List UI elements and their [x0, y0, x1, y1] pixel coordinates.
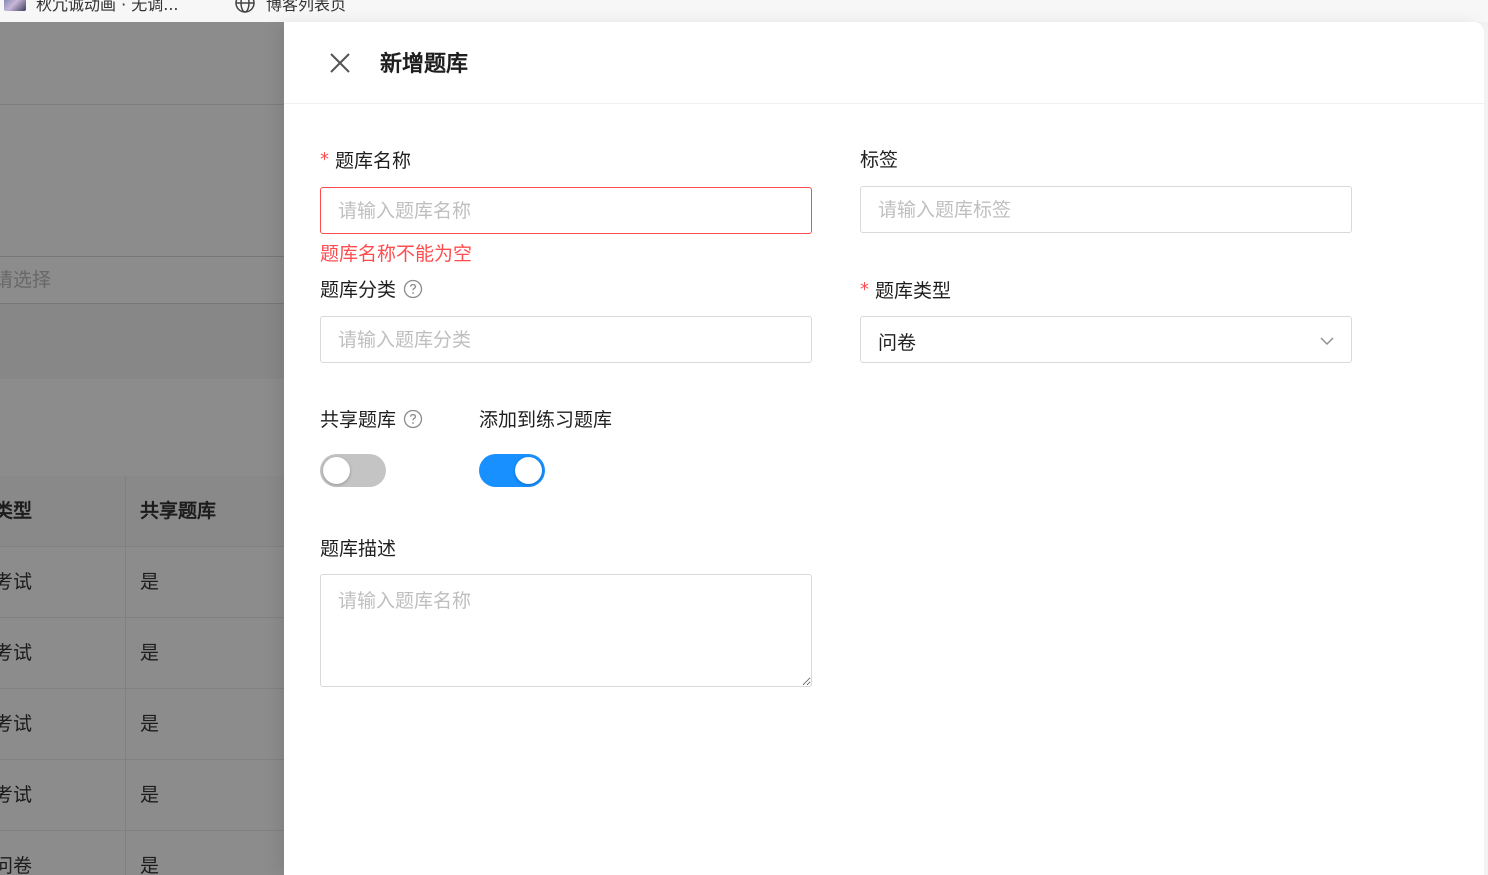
- name-label-text: 题库名称: [335, 150, 412, 172]
- practice-label-text: 添加到练习题库: [479, 409, 613, 431]
- question-circle-icon[interactable]: [403, 279, 423, 299]
- drawer-header: 新增题库: [284, 22, 1484, 104]
- practice-switch[interactable]: [479, 454, 545, 487]
- type-label: * 题库类型: [860, 276, 951, 303]
- bookmark-item-2[interactable]: 博客列表页: [234, 0, 346, 14]
- close-icon[interactable]: [328, 51, 352, 75]
- switch-knob: [323, 457, 350, 484]
- window-edge: [1484, 22, 1488, 875]
- type-label-text: 题库类型: [875, 280, 952, 302]
- tags-label: 标签: [860, 145, 898, 172]
- type-select[interactable]: 问卷: [860, 316, 1352, 363]
- category-input[interactable]: [320, 316, 812, 363]
- required-mark: *: [320, 149, 329, 170]
- description-label-text: 题库描述: [320, 538, 397, 560]
- bookmark-label: 博客列表页: [266, 0, 347, 14]
- practice-label: 添加到练习题库: [479, 405, 612, 432]
- drawer-title: 新增题库: [380, 52, 469, 77]
- name-input[interactable]: [320, 187, 812, 234]
- share-label-text: 共享题库: [320, 409, 397, 431]
- name-label: * 题库名称: [320, 146, 411, 173]
- type-select-value: 问卷: [878, 332, 917, 354]
- modal-mask[interactable]: [0, 22, 284, 875]
- share-label: 共享题库: [320, 405, 423, 432]
- required-mark: *: [860, 279, 869, 300]
- bookmark-item-1[interactable]: 秋冗诚动画 · 无调...: [4, 0, 179, 14]
- name-error-text: 题库名称不能为空: [320, 243, 473, 265]
- add-question-bank-drawer: 新增题库 * 题库名称 题库名称不能为空 标签 题库分类 * 题库类型 问卷 共…: [284, 22, 1484, 875]
- category-label-text: 题库分类: [320, 279, 397, 301]
- bookmark-label: 秋冗诚动画 · 无调...: [36, 0, 179, 14]
- description-label: 题库描述: [320, 534, 396, 561]
- switch-knob: [515, 457, 542, 484]
- share-switch[interactable]: [320, 454, 386, 487]
- globe-icon: [235, 0, 255, 13]
- tags-label-text: 标签: [860, 149, 899, 171]
- tags-input[interactable]: [860, 186, 1352, 233]
- chevron-down-icon: [1320, 337, 1334, 345]
- description-textarea[interactable]: [320, 574, 812, 687]
- question-circle-icon[interactable]: [403, 409, 423, 429]
- bookmark-thumbnail-icon: [4, 0, 26, 11]
- bookmarks-bar: 秋冗诚动画 · 无调... 博客列表页: [0, 0, 1488, 22]
- category-label: 题库分类: [320, 275, 423, 302]
